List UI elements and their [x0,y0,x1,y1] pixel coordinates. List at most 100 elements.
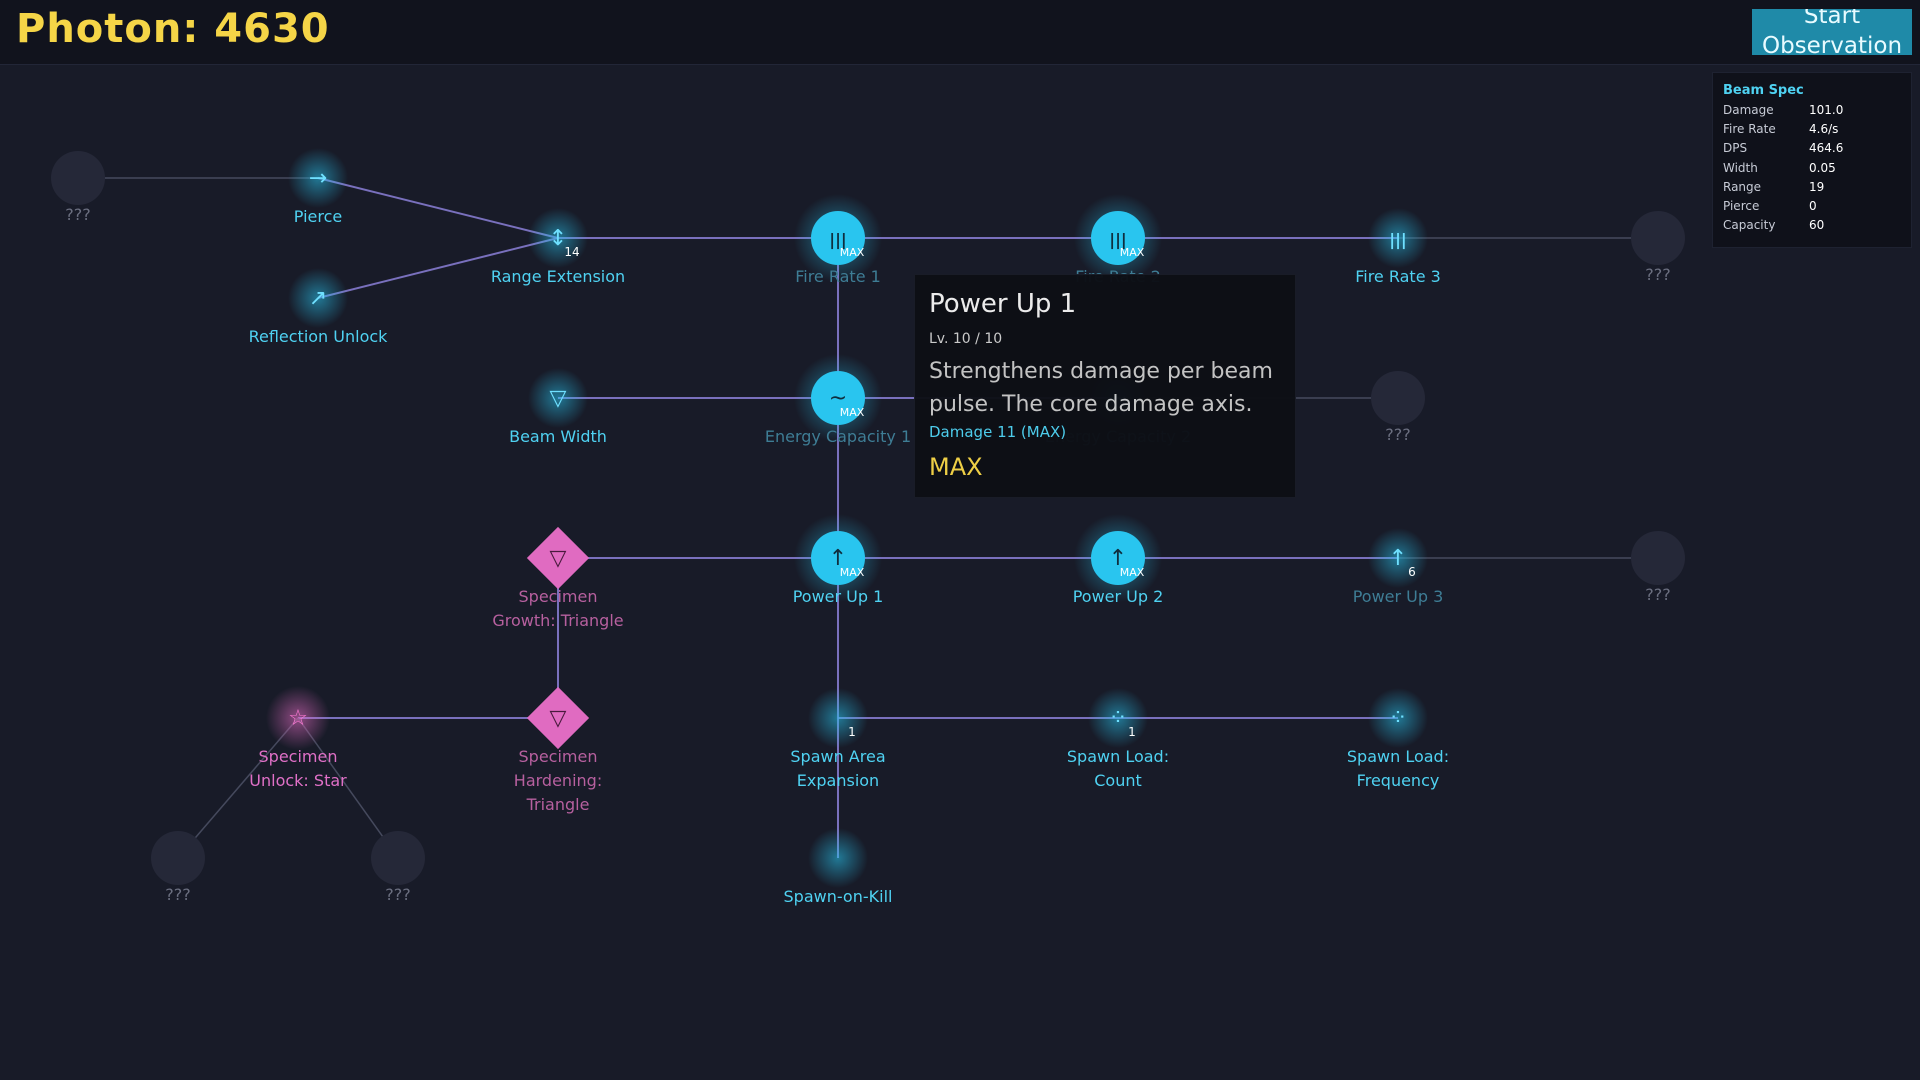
node-badge: 6 [1408,565,1416,579]
spec-value: 0 [1809,199,1817,213]
node-glow [808,688,868,748]
dots-icon: ⁘ [1389,706,1407,731]
node-label: Spawn Load: Frequency [1347,747,1449,790]
bars-icon: ||| [1389,230,1407,250]
tree-connection [317,177,559,239]
beam-spec-title: Beam Spec [1723,83,1804,98]
beam-spec-panel: Beam Spec Damage 101.0 Fire Rate 4.6/s D… [1712,72,1912,248]
locked-node-circle [1371,371,1425,425]
node-label: Specimen Hardening: Triangle [514,747,602,814]
node-label: Fire Rate 1 [795,267,881,286]
spec-value: 0.05 [1809,161,1836,175]
spec-row-damage: Damage 101.0 [1723,103,1903,121]
node-label: Pierce [294,207,342,226]
node-glow [808,828,868,888]
node-energy-capacity-1[interactable]: ~MAXEnergy Capacity 1 [765,354,911,446]
spec-label: DPS [1723,141,1748,155]
node-label: Fire Rate 3 [1355,267,1441,286]
node-unknown-d[interactable]: ??? [1631,531,1685,604]
node-fire-rate-2[interactable]: |||MAXFire Rate 2 [1074,194,1162,286]
spec-value: 464.6 [1809,141,1844,155]
node-power-up-2[interactable]: ↑MAXPower Up 2 [1073,514,1164,606]
node-fire-rate-1[interactable]: |||MAXFire Rate 1 [794,194,882,286]
arrow-up-icon: ↑ [1389,546,1407,571]
node-label: ??? [1645,265,1670,284]
arrow-right-icon: → [309,166,327,191]
node-spawn-load-frequency[interactable]: ⁘ Spawn Load: Frequency [1347,688,1449,790]
tooltip-status: MAX [929,453,983,481]
star-icon: ☆ [288,706,308,731]
node-specimen-unlock-star[interactable]: ☆ Specimen Unlock: Star [249,686,347,790]
spec-label: Width [1723,161,1758,175]
spec-label: Capacity [1723,218,1776,232]
node-label: Energy Capacity 1 [765,427,911,446]
tree-nodes: ???→Pierce↗Reflection Unlock↕14Range Ext… [51,148,1685,906]
tooltip-description: Strengthens damage per beam pulse. The c… [929,359,1273,417]
node-label: Power Up 3 [1353,587,1444,606]
node-badge: 14 [564,245,579,259]
locked-node-circle [1631,531,1685,585]
reflect-icon: ↗ [309,286,327,311]
node-specimen-hardening[interactable]: ▽ Specimen Hardening: Triangle [514,686,602,814]
node-unknown-a[interactable]: ??? [51,151,105,224]
node-spawn-on-kill[interactable]: Spawn-on-Kill [784,828,893,906]
tooltip-title: Power Up 1 [929,289,1077,319]
node-unknown-c[interactable]: ??? [1371,371,1425,444]
node-reflection-unlock[interactable]: ↗ Reflection Unlock [249,268,389,346]
node-unknown-f[interactable]: ??? [371,831,425,904]
spec-value: 4.6/s [1809,122,1839,136]
node-pierce[interactable]: → Pierce [288,148,348,226]
node-label: Specimen Unlock: Star [249,747,347,790]
node-badge: 1 [1128,725,1136,739]
locked-node-circle [371,831,425,885]
node-badge: MAX [840,406,865,419]
node-badge: MAX [1120,566,1145,579]
node-power-up-3[interactable]: ↑6 Power Up 3 [1353,528,1444,606]
locked-node-circle [151,831,205,885]
spec-value: 101.0 [1809,103,1844,117]
node-label: Spawn-on-Kill [784,887,893,906]
dots-icon: ⁘ [1109,706,1127,731]
node-label: ??? [1645,585,1670,604]
node-spawn-load-count[interactable]: ⁘1 Spawn Load: Count [1067,688,1169,790]
spec-row-dps: DPS 464.6 [1723,141,1903,159]
skill-tree: ???→Pierce↗Reflection Unlock↕14Range Ext… [51,148,1685,906]
node-label: ??? [385,885,410,904]
node-label: Power Up 1 [793,587,884,606]
spec-row-range: Range 19 [1723,180,1903,198]
node-label: ??? [1385,425,1410,444]
spec-label: Fire Rate [1723,122,1776,136]
spec-label: Range [1723,180,1762,194]
spec-label: Pierce [1723,199,1760,213]
node-badge: MAX [1120,246,1145,259]
node-label: Reflection Unlock [249,327,389,346]
node-label: Beam Width [509,427,607,446]
node-unknown-e[interactable]: ??? [151,831,205,904]
tooltip-stat: Damage 11 (MAX) [929,423,1067,441]
node-badge: 1 [848,725,856,739]
spec-row-fire-rate: Fire Rate 4.6/s [1723,122,1903,140]
spec-row-width: Width 0.05 [1723,161,1903,179]
triangle-icon: ▽ [550,546,567,571]
triangle-icon: ▽ [550,706,567,731]
node-fire-rate-3[interactable]: ||| Fire Rate 3 [1355,208,1441,286]
funnel-icon: ▽ [550,386,567,411]
spec-label: Damage [1723,103,1774,117]
node-label: Range Extension [491,267,625,286]
tooltip-level: Lv. 10 / 10 [929,331,1003,347]
locked-node-circle [51,151,105,205]
node-unknown-b[interactable]: ??? [1631,211,1685,284]
node-spawn-area-expansion[interactable]: 1Spawn Area Expansion [790,688,886,790]
upgrade-tooltip: Power Up 1 Lv. 10 / 10 Strengthens damag… [914,274,1296,498]
spec-row-pierce: Pierce 0 [1723,199,1903,217]
node-badge: MAX [840,246,865,259]
locked-node-circle [1631,211,1685,265]
node-badge: MAX [840,566,865,579]
node-range-extension[interactable]: ↕14Range Extension [491,208,625,286]
node-beam-width[interactable]: ▽ Beam Width [509,368,607,446]
node-specimen-growth[interactable]: ▽Specimen Growth: Triangle [492,526,624,630]
node-label: ??? [165,885,190,904]
node-power-up-1[interactable]: ↑MAXPower Up 1 [793,514,884,606]
spec-row-capacity: Capacity 60 [1723,218,1903,236]
node-label: Power Up 2 [1073,587,1164,606]
